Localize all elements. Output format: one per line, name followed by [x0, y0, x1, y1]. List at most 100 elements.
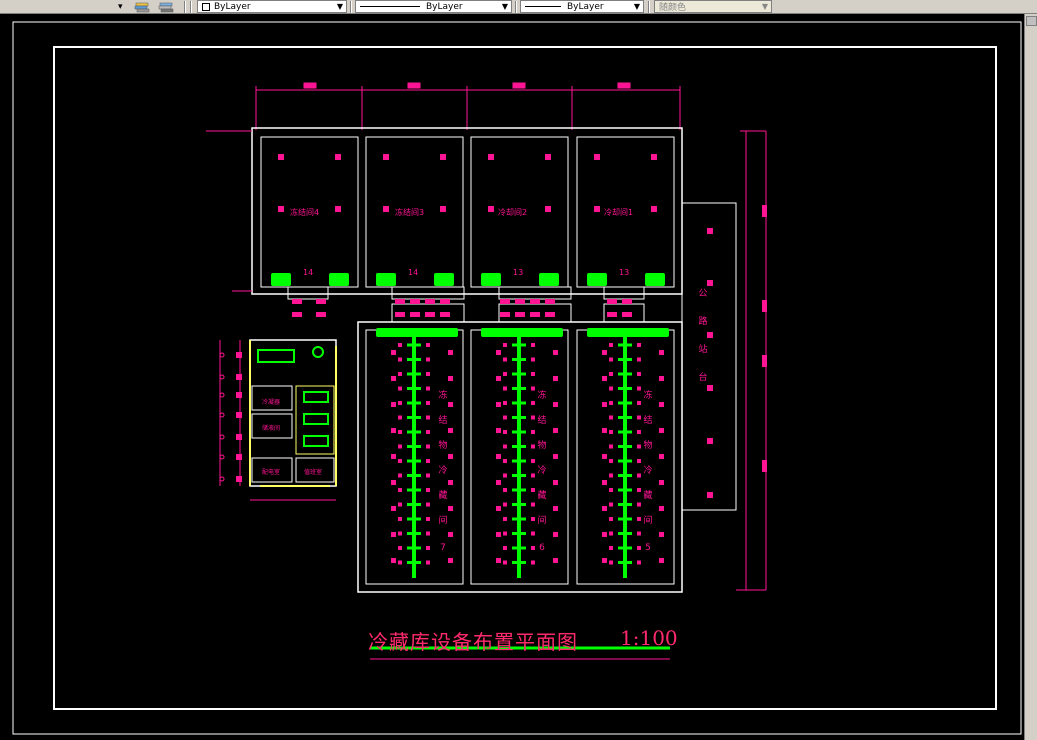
- corridor: [287, 286, 645, 323]
- header-pipe: [481, 328, 563, 337]
- floor-marker: [659, 376, 664, 381]
- floor-marker: [448, 532, 453, 537]
- floor-marker: [448, 428, 453, 433]
- ceiling-evaporator-marker: [594, 206, 600, 212]
- door-marker: [530, 312, 540, 317]
- drawing-frame: [53, 46, 997, 710]
- toolbar-separator: [648, 1, 650, 13]
- top-dimension: [255, 82, 681, 130]
- room-label-char: 冻: [438, 391, 448, 401]
- dimension-tick: [236, 434, 242, 440]
- door-marker: [622, 299, 632, 304]
- rack-marker: [398, 531, 402, 536]
- dimension-tick: [236, 392, 242, 398]
- rack-marker: [637, 473, 641, 478]
- rack-marker: [503, 415, 507, 420]
- air-coolers: [271, 273, 669, 337]
- room-label-char: 结: [438, 416, 448, 426]
- rack-marker: [637, 401, 641, 405]
- door-marker: [425, 299, 435, 304]
- air-cooler-unit: [271, 273, 291, 286]
- rack-marker: [426, 430, 430, 434]
- rack-marker: [609, 546, 613, 550]
- floor-marker: [496, 350, 501, 355]
- layer-states-icon[interactable]: [158, 0, 174, 13]
- toolbar-separator: [190, 1, 192, 13]
- vertical-scrollbar[interactable]: [1024, 14, 1037, 740]
- platform-label-char: 站: [698, 345, 708, 355]
- rack-marker: [531, 502, 535, 507]
- room-label-char: 藏: [643, 491, 653, 501]
- rack-marker: [426, 560, 430, 565]
- rack-marker: [426, 488, 430, 492]
- unit-number: 14: [408, 268, 419, 277]
- scrollbar-thumb[interactable]: [1026, 16, 1037, 26]
- air-cooler-unit: [645, 273, 665, 286]
- door-marker: [515, 299, 525, 304]
- layers-icon[interactable]: [134, 0, 150, 13]
- rack-marker: [503, 401, 507, 405]
- rack-marker: [609, 517, 613, 521]
- properties-toolbar: ▾ ByLayer ▼ ByLayer ▼ ByLayer ▼ 随颜色 ▼: [0, 0, 1037, 14]
- unit-number: 13: [513, 268, 524, 277]
- linetype-combo[interactable]: ByLayer ▼: [355, 0, 512, 13]
- rack-marker: [503, 546, 507, 550]
- plotstyle-combo: 随颜色 ▼: [654, 0, 772, 13]
- door-marker: [292, 299, 302, 304]
- floor-marker: [553, 506, 558, 511]
- floor-marker: [602, 480, 607, 485]
- floor-marker: [391, 480, 396, 485]
- rack-marker: [531, 386, 535, 391]
- room-label-char: 6: [539, 543, 545, 553]
- ceiling-evaporator-marker: [335, 154, 341, 160]
- room-label-char: 冻: [537, 391, 547, 401]
- floor-marker: [553, 454, 558, 459]
- color-combo-value: ByLayer: [214, 1, 251, 12]
- dimension-tick: [762, 300, 767, 312]
- floor-marker: [391, 376, 396, 381]
- floor-marker: [448, 454, 453, 459]
- toolbar-separator: [515, 1, 517, 13]
- rack-marker: [503, 531, 507, 536]
- platform-label-char: 台: [698, 373, 708, 383]
- rack-marker: [398, 560, 402, 565]
- dropdown-arrow-icon[interactable]: ▾: [118, 0, 123, 13]
- unit-number: 13: [619, 268, 630, 277]
- floor-marker: [448, 558, 453, 563]
- ceiling-evaporator-marker: [488, 206, 494, 212]
- rack-marker: [609, 473, 613, 478]
- rack-marker: [637, 372, 641, 376]
- room-label-char: 冷: [537, 466, 547, 476]
- room-label-char: 物: [438, 441, 448, 451]
- drawing-canvas[interactable]: 冻结间4 冻结间3 冷却间2 冷却间1 14 14 13 13 冻 结 物 冷 …: [0, 14, 1024, 740]
- color-combo[interactable]: ByLayer ▼: [197, 0, 347, 13]
- rack-marker: [503, 357, 507, 362]
- door-marker: [410, 312, 420, 317]
- rack-marker: [609, 357, 613, 362]
- rack-marker: [637, 546, 641, 550]
- door-marker: [316, 312, 326, 317]
- lineweight-combo-value: ByLayer: [567, 1, 604, 12]
- rack-marker: [398, 546, 402, 550]
- chevron-down-icon: ▼: [633, 2, 640, 11]
- cad-window: ▾ ByLayer ▼ ByLayer ▼ ByLayer ▼ 随颜色 ▼ 冻结…: [0, 0, 1037, 740]
- header-pipe: [587, 328, 669, 337]
- floor-marker: [602, 428, 607, 433]
- floor-marker: [448, 480, 453, 485]
- ceiling-evaporator-marker: [383, 206, 389, 212]
- rack-marker: [609, 386, 613, 391]
- room-label-3: 冻结间3: [395, 208, 425, 217]
- platform-marker: [707, 438, 713, 444]
- floor-marker: [496, 428, 501, 433]
- floor-marker: [659, 506, 664, 511]
- rack-marker: [637, 531, 641, 536]
- lineweight-combo[interactable]: ByLayer ▼: [520, 0, 644, 13]
- rack-marker: [531, 430, 535, 434]
- rack-marker: [531, 517, 535, 521]
- floor-marker: [448, 376, 453, 381]
- room-label-char: 冻: [643, 391, 653, 401]
- floor-marker: [602, 558, 607, 563]
- floor-marker: [391, 350, 396, 355]
- rack-marker: [398, 372, 402, 376]
- floor-marker: [659, 402, 664, 407]
